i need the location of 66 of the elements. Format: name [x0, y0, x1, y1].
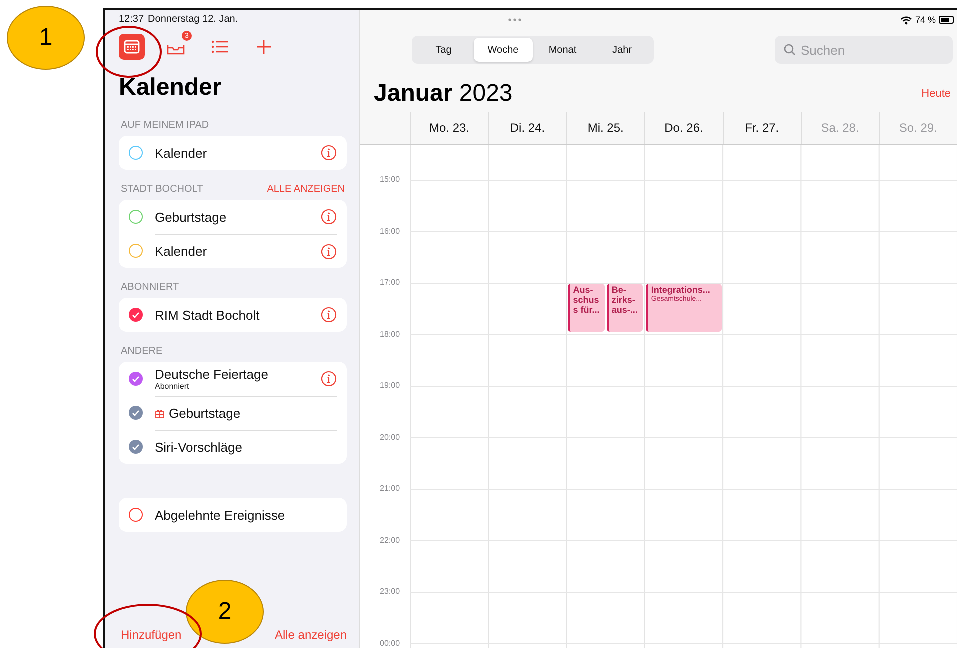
info-icon[interactable] [321, 307, 337, 323]
battery-percent: 74 % [915, 15, 936, 25]
calendar-name: Geburtstage [155, 210, 228, 224]
view-tab[interactable]: Jahr [592, 38, 652, 62]
today-link[interactable]: Heute [922, 88, 951, 100]
month-title: Januar 2023 [374, 80, 513, 108]
hour-label: 22:00 [379, 536, 402, 546]
calendar-name: Siri-Vorschläge [155, 440, 244, 455]
calendar-toggle[interactable] [129, 210, 143, 224]
hour-label: 17:00 [379, 278, 402, 289]
checkmark-icon [132, 376, 140, 382]
calendar-name: Geburtstage [155, 406, 337, 421]
hour-label: 21:00 [379, 484, 402, 495]
list-icon [211, 40, 229, 54]
hour-label: 16:00 [379, 226, 402, 238]
hour-label: 19:00 [379, 381, 402, 392]
add-link[interactable]: Hinzufügen [121, 628, 182, 642]
battery-icon [939, 16, 955, 24]
callout-marker: 1 [7, 6, 85, 70]
highlight-ring [96, 26, 162, 78]
hour-label: 20:00 [379, 432, 402, 444]
view-tab[interactable]: Woche [474, 38, 533, 62]
show-all-link[interactable]: Alle anzeigen [274, 628, 347, 642]
hour-label: 23:00 [379, 587, 402, 598]
section-header: ABONNIERT [121, 282, 180, 293]
calendar-toggle[interactable] [129, 308, 143, 322]
calendar-toggle[interactable] [129, 146, 143, 160]
checkmark-icon [132, 410, 140, 416]
calendar-event[interactable]: Be- zirks- aus-... [606, 284, 644, 332]
info-icon[interactable] [321, 244, 337, 260]
hour-label: 00:00 [379, 638, 402, 648]
calendar-name: Abgelehnte Ereignisse [155, 508, 286, 522]
more-dots-icon[interactable] [508, 18, 522, 22]
calendar-name: Kalender [155, 244, 208, 259]
section-header: ANDERE [121, 346, 163, 357]
show-all-link[interactable]: ALLE ANZEIGEN [267, 184, 345, 195]
section-header: AUF MEINEM IPAD [121, 120, 210, 131]
sidebar-title: Kalender [119, 74, 223, 102]
calendar-name: Deutsche Feiertage [155, 367, 270, 382]
status-time: 12:37 [119, 14, 144, 24]
wifi-icon [901, 16, 912, 24]
section-header: STADT BOCHOLT [121, 184, 204, 195]
plus-icon [256, 39, 272, 55]
calendar-subtitle: Abonniert [155, 382, 190, 391]
calendar-name: Kalender [155, 146, 208, 160]
checkmark-icon [132, 312, 140, 318]
status-date: Donnerstag 12. Jan. [148, 14, 238, 24]
checkmark-icon [132, 444, 140, 450]
calendar-toggle[interactable] [129, 440, 143, 454]
info-icon[interactable] [321, 371, 337, 387]
calendar-button[interactable] [119, 34, 145, 60]
hour-label: 15:00 [379, 175, 402, 186]
calendar-event[interactable]: Aus- schus s für... [568, 284, 605, 332]
info-icon[interactable] [321, 209, 337, 225]
calendar-toggle[interactable] [129, 244, 143, 258]
calendar-toggle[interactable] [129, 372, 143, 386]
view-tab[interactable]: Tag [414, 38, 474, 62]
calendar-icon [124, 40, 140, 54]
search-icon [784, 44, 796, 56]
info-icon[interactable] [321, 145, 337, 161]
view-tab[interactable]: Monat [533, 38, 592, 62]
calendar-toggle[interactable] [129, 406, 143, 420]
calendar-toggle[interactable] [129, 508, 143, 522]
calendar-name: RIM Stadt Bocholt [155, 308, 261, 322]
search-field[interactable]: Suchen [775, 36, 953, 64]
hour-label: 18:00 [379, 330, 402, 340]
